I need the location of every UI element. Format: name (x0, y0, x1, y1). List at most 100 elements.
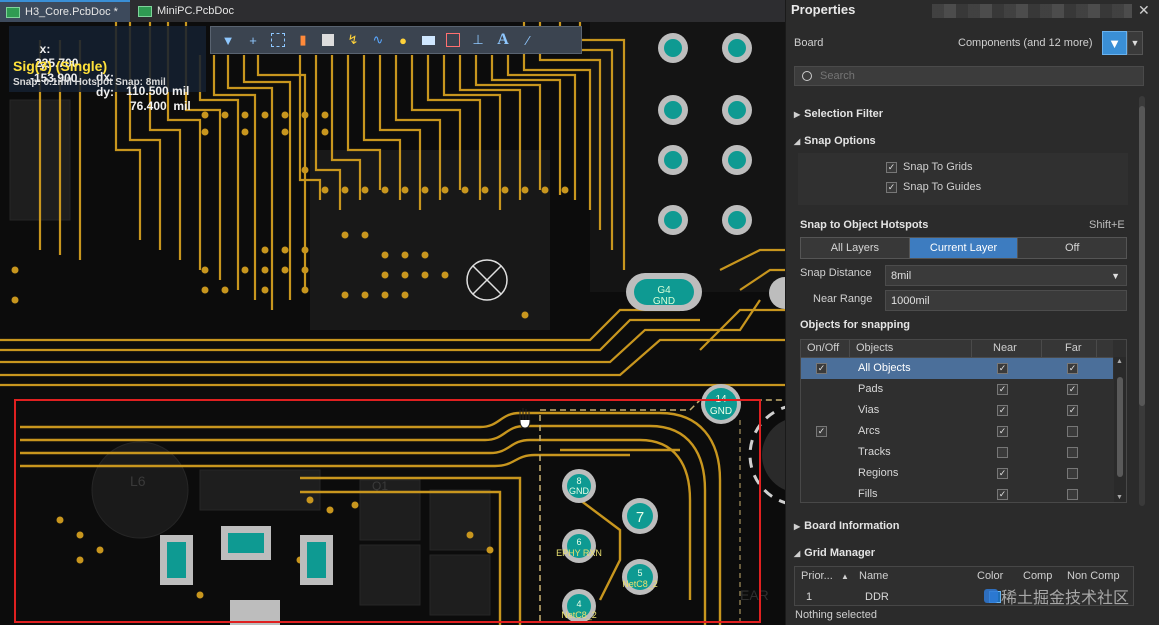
text-icon[interactable]: A (492, 29, 514, 51)
filter-icon[interactable]: ▼ (1102, 31, 1127, 55)
objects-scrollbar[interactable]: ▲ ▼ (1114, 357, 1126, 502)
hotspot-mode-selector: All Layers Current Layer Off (800, 237, 1127, 259)
chart-icon[interactable]: ▮ (292, 29, 314, 51)
hotspots-label: Snap to Object Hotspots (800, 219, 929, 231)
col-on-off: On/Off (807, 342, 840, 354)
on-off-checkbox[interactable]: ✓ (816, 363, 827, 374)
pad-5-number: 5 (637, 568, 642, 578)
table-row[interactable]: Pads ✓ ✓ (801, 379, 1113, 400)
mode-all-layers[interactable]: All Layers (801, 238, 910, 258)
far-checkbox[interactable] (1067, 447, 1078, 458)
col-name: Name (859, 570, 889, 582)
col-objects: Objects (856, 342, 894, 354)
tab-minipc[interactable]: MiniPC.PcbDoc (132, 0, 242, 22)
dy-value: 76.400 mil (130, 99, 191, 113)
table-row[interactable]: Fills ✓ (801, 484, 1113, 502)
pad-g4-net: GND (653, 296, 675, 307)
tab-h3-core[interactable]: H3_Core.PcbDoc * (0, 0, 130, 22)
on-off-checkbox[interactable]: ✓ (816, 426, 827, 437)
section-grid-manager[interactable]: ◢ Grid Manager (794, 547, 875, 559)
snap-to-guides-checkbox[interactable]: ✓ (886, 181, 897, 193)
snap-to-grids-checkbox[interactable]: ✓ (886, 161, 897, 173)
region-icon[interactable] (442, 29, 464, 51)
col-non-comp: Non Comp (1067, 570, 1120, 582)
expand-icon: ▶ (794, 109, 801, 119)
near-range-label: Near Range (813, 293, 873, 305)
net-name: Sig(3) (Single) (13, 58, 108, 74)
near-checkbox[interactable]: ✓ (997, 489, 1008, 500)
near-checkbox[interactable]: ✓ (997, 468, 1008, 479)
pad-6-net: EPHY RXN (556, 548, 602, 558)
far-checkbox[interactable] (1067, 468, 1078, 479)
collapse-icon: ◢ (794, 136, 801, 146)
filter-icon[interactable]: ▼ (217, 29, 239, 51)
tab-label: H3_Core.PcbDoc * (25, 6, 118, 18)
search-field[interactable] (794, 66, 1144, 86)
route-icon[interactable]: ↯ (342, 29, 364, 51)
search-input[interactable] (818, 69, 1122, 83)
pcb-layout-drawing[interactable]: L6 Q1 G4 GND 14 GND 8 GND 7 6 EPHY RXN 5… (0, 22, 785, 625)
fill-icon[interactable] (417, 29, 439, 51)
snap-to-grids-row[interactable]: ✓ Snap To Grids (886, 161, 973, 173)
pad-8-net: GND (569, 486, 590, 496)
pcb-canvas[interactable]: L6 Q1 G4 GND 14 GND 8 GND 7 6 EPHY RXN 5… (0, 22, 785, 625)
near-checkbox[interactable]: ✓ (997, 405, 1008, 416)
highlight-icon[interactable]: ● (392, 29, 414, 51)
label-ear: EAR (740, 587, 769, 603)
far-checkbox[interactable]: ✓ (1067, 405, 1078, 416)
pcb-editor: H3_Core.PcbDoc * MiniPC.PcbDoc L6 Q1 G4 … (0, 0, 785, 625)
table-row[interactable]: ✓ Arcs ✓ (801, 421, 1113, 442)
snap-info: Snap: 0.1mil Hotspot Snap: 8mil (13, 77, 166, 88)
far-checkbox[interactable]: ✓ (1067, 363, 1078, 374)
col-priority: Prior... (801, 570, 833, 582)
pcb-doc-icon (6, 6, 20, 18)
pad-14-net: GND (710, 406, 732, 417)
select-rect-icon[interactable] (267, 29, 289, 51)
object-name: Tracks (858, 446, 891, 458)
close-icon[interactable]: ✕ (1138, 2, 1150, 19)
mode-off[interactable]: Off (1018, 238, 1127, 258)
line-icon[interactable]: ⁄ (517, 29, 539, 51)
object-name: Regions (858, 467, 899, 479)
snap-to-guides-row[interactable]: ✓ Snap To Guides (886, 181, 981, 193)
properties-panel: Properties ✕ Board Components (and 12 mo… (785, 0, 1159, 625)
dimension-icon[interactable]: ⊥ (467, 29, 489, 51)
section-selection-filter[interactable]: ▶ Selection Filter (794, 108, 883, 120)
near-range-field[interactable]: 1000mil (885, 290, 1127, 311)
panel-scrollbar[interactable] (1139, 96, 1145, 506)
far-checkbox[interactable] (1067, 489, 1078, 500)
table-row[interactable]: ✓ All Objects ✓ ✓ (801, 358, 1113, 379)
snap-distance-select[interactable]: 8mil ▼ (885, 265, 1127, 286)
far-checkbox[interactable]: ✓ (1067, 384, 1078, 395)
mode-current-layer[interactable]: Current Layer (909, 238, 1019, 258)
near-checkbox[interactable]: ✓ (997, 384, 1008, 395)
section-board-information[interactable]: ▶ Board Information (794, 520, 900, 532)
status-text: Nothing selected (795, 609, 877, 621)
object-name: Vias (858, 404, 880, 416)
col-color: Color (977, 570, 1004, 582)
near-checkbox[interactable]: ✓ (997, 363, 1008, 374)
table-row[interactable]: Vias ✓ ✓ (801, 400, 1113, 421)
grid-name[interactable]: DDR (865, 591, 889, 603)
collapse-icon: ◢ (794, 548, 801, 558)
pad-8-number: 8 (576, 476, 581, 486)
table-row[interactable]: Regions ✓ (801, 463, 1113, 484)
objects-for-snapping-label: Objects for snapping (800, 319, 911, 331)
object-name: Arcs (858, 425, 880, 437)
add-icon[interactable]: + (242, 29, 264, 51)
logo-icon (984, 589, 998, 603)
sort-icon: ▲ (841, 572, 849, 581)
near-checkbox[interactable] (997, 447, 1008, 458)
near-checkbox[interactable]: ✓ (997, 426, 1008, 437)
col-near: Near (993, 342, 1017, 354)
section-snap-options[interactable]: ◢ Snap Options (794, 135, 876, 147)
chevron-down-icon[interactable]: ▼ (1127, 31, 1143, 55)
pad-4-net: NetC8_2 (561, 610, 597, 620)
hotspots-shortcut: Shift+E (1089, 219, 1125, 231)
far-checkbox[interactable] (1067, 426, 1078, 437)
table-row[interactable]: Tracks (801, 442, 1113, 463)
diff-pair-icon[interactable]: ∿ (367, 29, 389, 51)
object-name: All Objects (858, 362, 911, 374)
component-icon[interactable] (317, 29, 339, 51)
snap-distance-label: Snap Distance (800, 267, 872, 279)
